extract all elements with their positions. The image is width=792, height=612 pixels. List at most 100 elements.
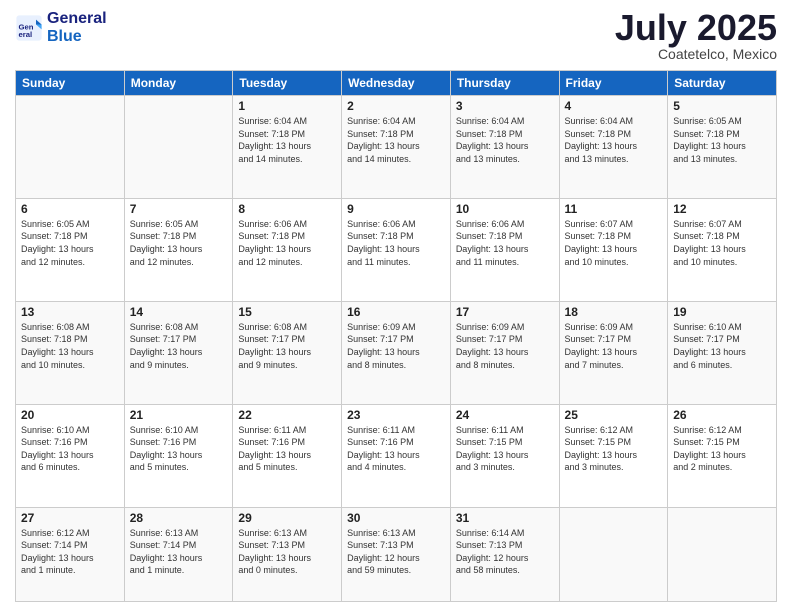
day-cell: 7 Sunrise: 6:05 AM Sunset: 7:18 PM Daylig…: [124, 198, 233, 301]
day-cell: 20 Sunrise: 6:10 AM Sunset: 7:16 PM Dayli…: [16, 404, 125, 507]
day-cell: 14Sunrise: 6:08 AM Sunset: 7:17 PM Dayli…: [124, 301, 233, 404]
day-number: 15: [238, 305, 336, 319]
day-detail: Sunrise: 6:10 AM Sunset: 7:16 PM Dayligh…: [130, 424, 228, 474]
day-cell: 30 Sunrise: 6:13 AM Sunset: 7:13 PM Dayli…: [342, 507, 451, 601]
day-number: 19: [673, 305, 771, 319]
header: Gen eral General Blue July 2025 Coatetel…: [15, 10, 777, 62]
day-cell: 6 Sunrise: 6:05 AM Sunset: 7:18 PM Daylig…: [16, 198, 125, 301]
header-cell-friday: Friday: [559, 71, 668, 96]
day-cell: 11Sunrise: 6:07 AM Sunset: 7:18 PM Dayli…: [559, 198, 668, 301]
day-number: 7: [130, 202, 228, 216]
day-cell: 17 Sunrise: 6:09 AM Sunset: 7:17 PM Dayli…: [450, 301, 559, 404]
day-detail: Sunrise: 6:13 AM Sunset: 7:14 PM Dayligh…: [130, 527, 228, 577]
day-cell: [124, 96, 233, 199]
day-detail: Sunrise: 6:12 AM Sunset: 7:15 PM Dayligh…: [673, 424, 771, 474]
day-number: 8: [238, 202, 336, 216]
day-cell: 24Sunrise: 6:11 AM Sunset: 7:15 PM Dayli…: [450, 404, 559, 507]
day-detail: Sunrise: 6:05 AM Sunset: 7:18 PM Dayligh…: [673, 115, 771, 165]
day-detail: Sunrise: 6:09 AM Sunset: 7:17 PM Dayligh…: [456, 321, 554, 371]
day-detail: Sunrise: 6:06 AM Sunset: 7:18 PM Dayligh…: [456, 218, 554, 268]
day-number: 27: [21, 511, 119, 525]
day-detail: Sunrise: 6:06 AM Sunset: 7:18 PM Dayligh…: [238, 218, 336, 268]
day-number: 20: [21, 408, 119, 422]
header-cell-monday: Monday: [124, 71, 233, 96]
day-detail: Sunrise: 6:10 AM Sunset: 7:17 PM Dayligh…: [673, 321, 771, 371]
day-detail: Sunrise: 6:14 AM Sunset: 7:13 PM Dayligh…: [456, 527, 554, 577]
day-number: 18: [565, 305, 663, 319]
day-detail: Sunrise: 6:05 AM Sunset: 7:18 PM Dayligh…: [130, 218, 228, 268]
day-number: 10: [456, 202, 554, 216]
day-detail: Sunrise: 6:09 AM Sunset: 7:17 PM Dayligh…: [347, 321, 445, 371]
day-cell: 27 Sunrise: 6:12 AM Sunset: 7:14 PM Dayli…: [16, 507, 125, 601]
day-cell: 16 Sunrise: 6:09 AM Sunset: 7:17 PM Dayli…: [342, 301, 451, 404]
day-cell: 2Sunrise: 6:04 AM Sunset: 7:18 PM Daylig…: [342, 96, 451, 199]
day-number: 6: [21, 202, 119, 216]
day-cell: 31 Sunrise: 6:14 AM Sunset: 7:13 PM Dayli…: [450, 507, 559, 601]
day-cell: [668, 507, 777, 601]
day-detail: Sunrise: 6:13 AM Sunset: 7:13 PM Dayligh…: [238, 527, 336, 577]
location: Coatetelco, Mexico: [615, 46, 777, 62]
day-number: 16: [347, 305, 445, 319]
day-detail: Sunrise: 6:12 AM Sunset: 7:14 PM Dayligh…: [21, 527, 119, 577]
day-number: 29: [238, 511, 336, 525]
day-detail: Sunrise: 6:08 AM Sunset: 7:18 PM Dayligh…: [21, 321, 119, 371]
day-cell: 4 Sunrise: 6:04 AM Sunset: 7:18 PM Daylig…: [559, 96, 668, 199]
header-cell-sunday: Sunday: [16, 71, 125, 96]
week-row-3: 13Sunrise: 6:08 AM Sunset: 7:18 PM Dayli…: [16, 301, 777, 404]
day-cell: 22 Sunrise: 6:11 AM Sunset: 7:16 PM Dayli…: [233, 404, 342, 507]
day-detail: Sunrise: 6:11 AM Sunset: 7:16 PM Dayligh…: [238, 424, 336, 474]
day-number: 26: [673, 408, 771, 422]
day-cell: [16, 96, 125, 199]
day-detail: Sunrise: 6:08 AM Sunset: 7:17 PM Dayligh…: [130, 321, 228, 371]
logo-line1: General: [47, 10, 107, 27]
day-detail: Sunrise: 6:04 AM Sunset: 7:18 PM Dayligh…: [565, 115, 663, 165]
day-cell: 23Sunrise: 6:11 AM Sunset: 7:16 PM Dayli…: [342, 404, 451, 507]
day-cell: 12Sunrise: 6:07 AM Sunset: 7:18 PM Dayli…: [668, 198, 777, 301]
day-number: 31: [456, 511, 554, 525]
day-detail: Sunrise: 6:12 AM Sunset: 7:15 PM Dayligh…: [565, 424, 663, 474]
day-cell: 25 Sunrise: 6:12 AM Sunset: 7:15 PM Dayli…: [559, 404, 668, 507]
day-detail: Sunrise: 6:09 AM Sunset: 7:17 PM Dayligh…: [565, 321, 663, 371]
day-detail: Sunrise: 6:11 AM Sunset: 7:15 PM Dayligh…: [456, 424, 554, 474]
day-detail: Sunrise: 6:04 AM Sunset: 7:18 PM Dayligh…: [456, 115, 554, 165]
day-number: 30: [347, 511, 445, 525]
svg-text:eral: eral: [19, 30, 33, 39]
day-cell: [559, 507, 668, 601]
day-cell: 15 Sunrise: 6:08 AM Sunset: 7:17 PM Dayli…: [233, 301, 342, 404]
day-number: 1: [238, 99, 336, 113]
page: Gen eral General Blue July 2025 Coatetel…: [0, 0, 792, 612]
week-row-2: 6 Sunrise: 6:05 AM Sunset: 7:18 PM Daylig…: [16, 198, 777, 301]
week-row-1: 1 Sunrise: 6:04 AM Sunset: 7:18 PM Daylig…: [16, 96, 777, 199]
day-cell: 1 Sunrise: 6:04 AM Sunset: 7:18 PM Daylig…: [233, 96, 342, 199]
week-row-5: 27 Sunrise: 6:12 AM Sunset: 7:14 PM Dayli…: [16, 507, 777, 601]
day-cell: 21 Sunrise: 6:10 AM Sunset: 7:16 PM Dayli…: [124, 404, 233, 507]
day-detail: Sunrise: 6:07 AM Sunset: 7:18 PM Dayligh…: [565, 218, 663, 268]
logo-icon: Gen eral: [15, 14, 43, 42]
day-detail: Sunrise: 6:10 AM Sunset: 7:16 PM Dayligh…: [21, 424, 119, 474]
title-block: July 2025 Coatetelco, Mexico: [615, 10, 777, 62]
day-detail: Sunrise: 6:05 AM Sunset: 7:18 PM Dayligh…: [21, 218, 119, 268]
day-cell: 3Sunrise: 6:04 AM Sunset: 7:18 PM Daylig…: [450, 96, 559, 199]
day-number: 5: [673, 99, 771, 113]
day-number: 22: [238, 408, 336, 422]
day-detail: Sunrise: 6:13 AM Sunset: 7:13 PM Dayligh…: [347, 527, 445, 577]
week-row-4: 20 Sunrise: 6:10 AM Sunset: 7:16 PM Dayli…: [16, 404, 777, 507]
day-cell: 8 Sunrise: 6:06 AM Sunset: 7:18 PM Daylig…: [233, 198, 342, 301]
day-detail: Sunrise: 6:08 AM Sunset: 7:17 PM Dayligh…: [238, 321, 336, 371]
day-number: 4: [565, 99, 663, 113]
day-cell: 10 Sunrise: 6:06 AM Sunset: 7:18 PM Dayli…: [450, 198, 559, 301]
header-cell-saturday: Saturday: [668, 71, 777, 96]
calendar-header-row: SundayMondayTuesdayWednesdayThursdayFrid…: [16, 71, 777, 96]
day-detail: Sunrise: 6:04 AM Sunset: 7:18 PM Dayligh…: [238, 115, 336, 165]
logo: Gen eral General Blue: [15, 10, 107, 45]
month-title: July 2025: [615, 10, 777, 46]
header-cell-wednesday: Wednesday: [342, 71, 451, 96]
day-number: 25: [565, 408, 663, 422]
day-number: 17: [456, 305, 554, 319]
day-number: 21: [130, 408, 228, 422]
day-cell: 28Sunrise: 6:13 AM Sunset: 7:14 PM Dayli…: [124, 507, 233, 601]
header-cell-thursday: Thursday: [450, 71, 559, 96]
logo-text: General Blue: [47, 10, 107, 45]
day-cell: 5 Sunrise: 6:05 AM Sunset: 7:18 PM Daylig…: [668, 96, 777, 199]
day-number: 23: [347, 408, 445, 422]
